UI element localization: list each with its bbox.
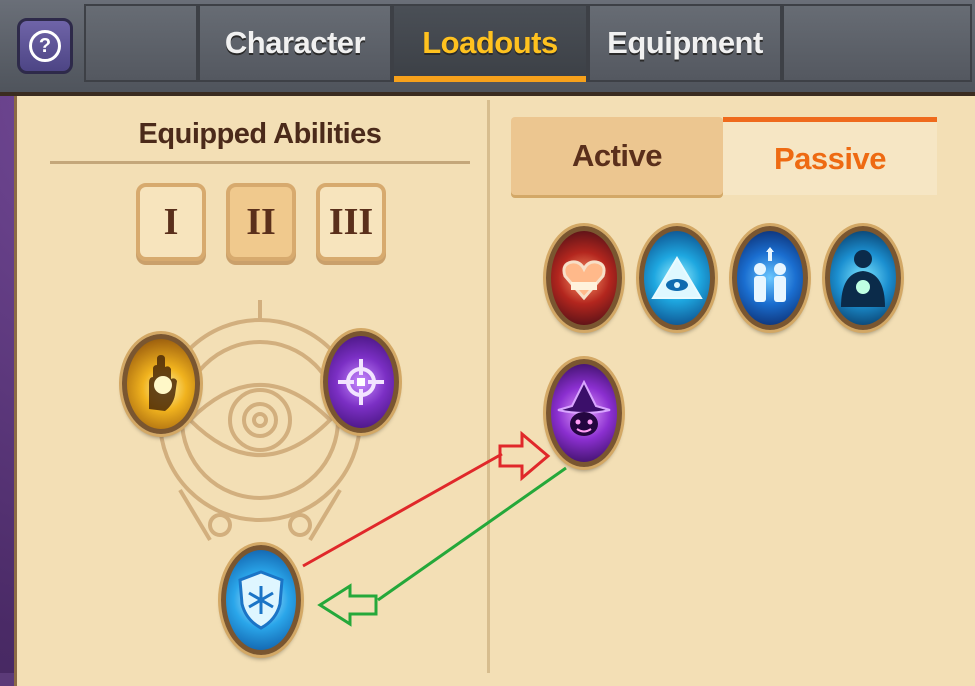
equipped-ability-frost-shield[interactable] [221, 545, 301, 655]
frost-shield-icon [238, 570, 284, 630]
loadout-slot-2-button[interactable]: II [226, 183, 296, 261]
loadout-slot-1-button[interactable]: I [136, 183, 206, 261]
equipped-ability-radiant-hand[interactable] [122, 334, 200, 434]
passive-ability-all-seeing-eye[interactable] [639, 226, 715, 330]
tab-spacer [84, 4, 198, 82]
panel-divider [487, 100, 490, 673]
tab-character[interactable]: Character [198, 4, 392, 82]
top-tab-bar: ? Character Loadouts Equipment [0, 0, 975, 96]
tab-spacer-right [782, 4, 972, 82]
shadow-wizard-icon [557, 380, 611, 436]
passive-ability-twin-figures[interactable] [732, 226, 808, 330]
tab-passive-abilities[interactable]: Passive [723, 117, 937, 195]
loadout-slot-3-button[interactable]: III [316, 183, 386, 261]
equipped-abilities-title: Equipped Abilities [138, 118, 382, 150]
all-seeing-eye-icon [651, 256, 703, 299]
question-icon: ? [29, 30, 61, 62]
tab-loadouts[interactable]: Loadouts [392, 4, 588, 82]
radiant-hand-icon [149, 355, 177, 411]
flaming-heart-icon [562, 260, 606, 301]
tab-equipment[interactable]: Equipment [588, 4, 782, 82]
twin-figures-icon [754, 247, 786, 302]
title-underline [50, 161, 470, 164]
passive-ability-glowing-core-figure[interactable] [825, 226, 901, 330]
glowing-core-figure-icon [841, 250, 885, 307]
ability-type-tabs: Active Passive [511, 117, 937, 195]
crosshair-sigil-icon [338, 359, 384, 405]
tab-active-abilities[interactable]: Active [511, 117, 723, 195]
equipped-ability-crosshair-sigil[interactable] [323, 331, 399, 433]
help-button[interactable]: ? [17, 18, 73, 74]
passive-ability-shadow-wizard[interactable] [546, 359, 622, 467]
passive-ability-flaming-heart[interactable] [546, 226, 622, 330]
